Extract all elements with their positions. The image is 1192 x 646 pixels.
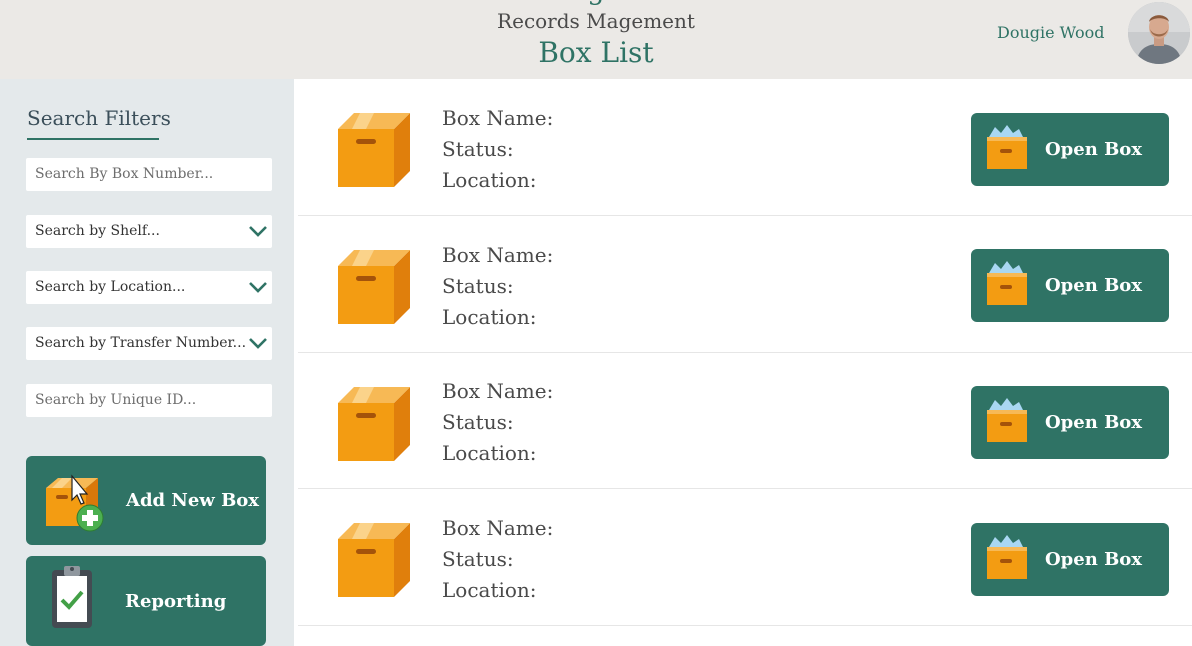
location-placeholder: Search by Location... [35,279,186,295]
open-box-icon [987,125,1027,169]
open-box-icon [987,398,1027,442]
add-new-box-button[interactable]: Add New Box [26,456,266,545]
transfer-placeholder: Search by Transfer Number... [35,335,247,351]
box-name-label: Box Name: [442,516,554,540]
header: g Records Magement Box List Dougie Wood [0,0,1192,79]
open-box-label: Open Box [1045,549,1143,570]
box-list-item: Box Name: Status: Location: Open Box [298,489,1192,626]
box-name-label: Box Name: [442,243,554,267]
cardboard-box-icon [338,523,410,597]
box-number-placeholder: Search By Box Number... [35,166,214,182]
transfer-number-select[interactable]: Search by Transfer Number... [26,327,272,360]
cardboard-box-icon [338,387,410,461]
box-status-label: Status: [442,274,514,298]
unique-id-placeholder: Search by Unique ID... [35,392,197,408]
open-box-button[interactable]: Open Box [971,249,1169,322]
open-box-icon [987,535,1027,579]
chevron-down-icon [249,226,267,237]
open-box-button[interactable]: Open Box [971,113,1169,186]
open-box-button[interactable]: Open Box [971,523,1169,596]
open-box-label: Open Box [1045,412,1143,433]
title-underline [27,138,159,140]
location-select[interactable]: Search by Location... [26,271,272,304]
unique-id-search-input[interactable]: Search by Unique ID... [26,384,272,417]
box-list-item: Box Name: Status: Location: Open Box [298,79,1192,216]
box-list-item: Box Name: Status: Location: Open Box [298,352,1192,489]
box-list-item: Box Name: Status: Location: Open Box [298,216,1192,353]
box-status-label: Status: [442,547,514,571]
avatar[interactable] [1128,2,1190,64]
add-new-box-label: Add New Box [126,490,260,511]
open-box-icon [987,261,1027,305]
cardboard-box-icon [338,250,410,324]
shelf-placeholder: Search by Shelf... [35,223,160,239]
box-status-label: Status: [442,410,514,434]
open-box-button[interactable]: Open Box [971,386,1169,459]
user-name[interactable]: Dougie Wood [997,23,1105,42]
clipboard-check-icon [52,566,92,628]
add-box-icon [46,474,104,532]
chevron-down-icon [249,338,267,349]
box-name-label: Box Name: [442,379,554,403]
box-list: Box Name: Status: Location: Open Box Box… [294,79,1192,646]
reporting-button[interactable]: Reporting [26,556,266,646]
box-name-label: Box Name: [442,106,554,130]
sidebar: Search Filters Search By Box Number... S… [0,79,294,646]
box-location-label: Location: [442,441,537,465]
box-location-label: Location: [442,578,537,602]
cardboard-box-icon [338,113,410,187]
search-filters-title: Search Filters [27,106,171,130]
open-box-label: Open Box [1045,139,1143,160]
box-location-label: Location: [442,168,537,192]
chevron-down-icon [249,282,267,293]
open-box-label: Open Box [1045,275,1143,296]
box-number-search-input[interactable]: Search By Box Number... [26,158,272,191]
box-location-label: Location: [442,305,537,329]
app-name-partial: g [0,0,1192,6]
shelf-select[interactable]: Search by Shelf... [26,215,272,248]
reporting-label: Reporting [125,591,227,612]
box-status-label: Status: [442,137,514,161]
